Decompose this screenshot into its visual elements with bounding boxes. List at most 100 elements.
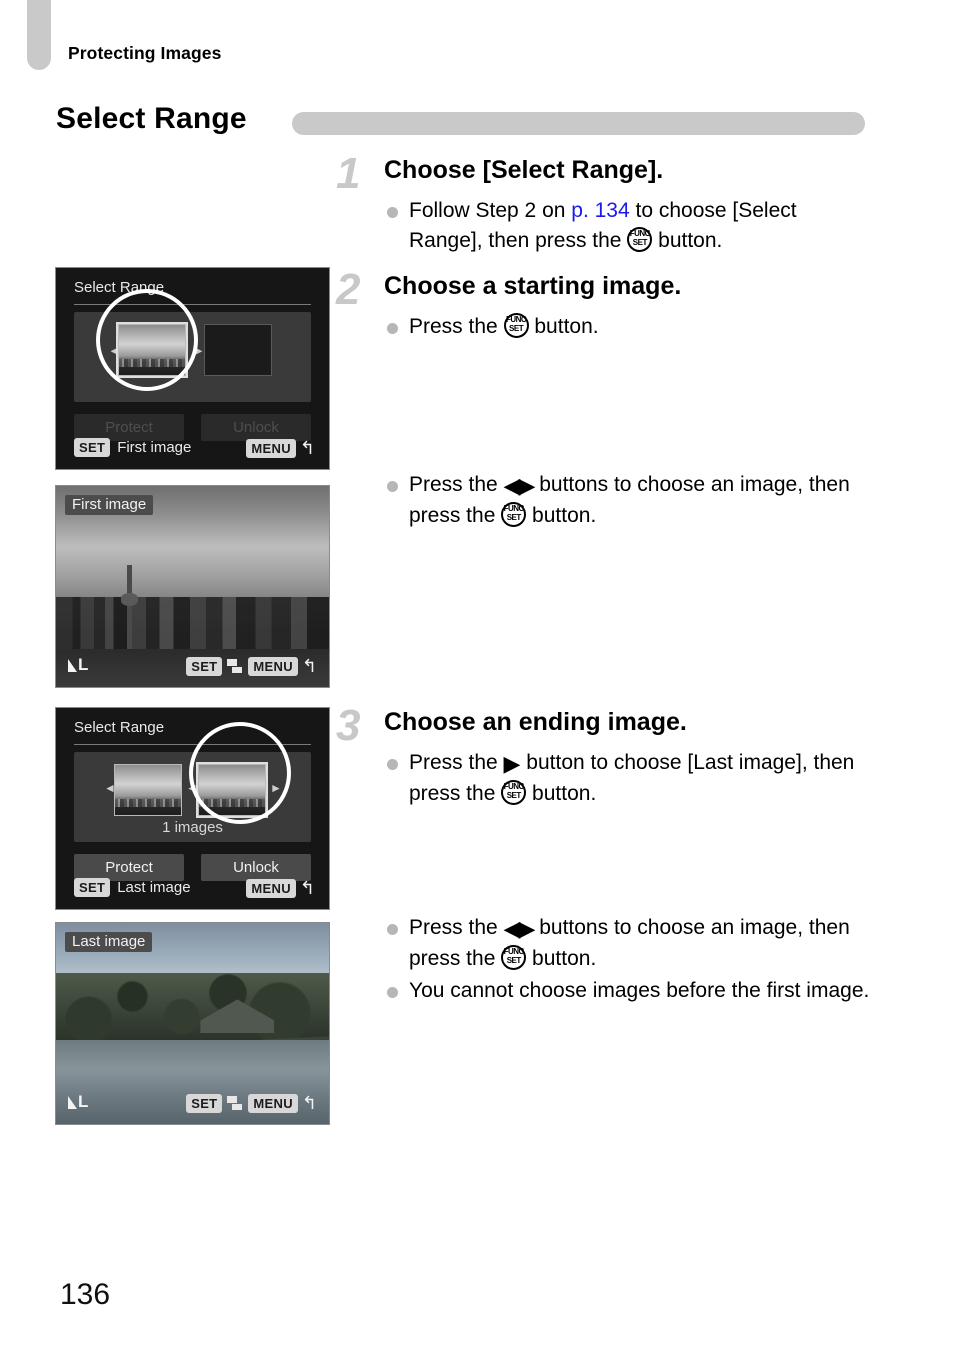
thumbnail-panel: ◄ ◄ ► 1 images <box>74 752 311 842</box>
left-right-arrows-icon: ◀▶ <box>503 473 536 498</box>
menu-badge: MENU <box>248 657 298 676</box>
bullet-text-tail: button. <box>526 947 597 970</box>
thumbnail-strip: ◄ ► <box>74 312 311 402</box>
bullet-text-tail: button. <box>652 229 723 252</box>
protect-button[interactable]: Protect <box>74 854 184 881</box>
thumbnail-skyline <box>199 799 265 807</box>
return-arrow-icon: ↰ <box>301 656 317 676</box>
bullet-text-pre: Press the <box>409 473 504 496</box>
menu-badge: MENU <box>246 879 296 898</box>
screen-footer: SET Last image MENU ↰ <box>74 878 315 900</box>
list-item: Press the ◀▶ buttons to choose an image,… <box>384 913 874 974</box>
quality-triangle-icon <box>68 659 77 672</box>
menu-badge: MENU <box>246 439 296 458</box>
list-item: Press the ◀▶ buttons to choose an image,… <box>384 470 874 531</box>
step-heading: Choose [Select Range]. <box>384 156 664 184</box>
bullet-text-tail: button. <box>526 782 597 805</box>
camera-screen-select-range-first: Select Range ◄ ► Protect Unlock SET First… <box>55 267 330 470</box>
func-set-bottom-label: SET <box>509 324 524 333</box>
set-badge: SET <box>186 657 223 676</box>
screen-title: Select Range <box>74 719 165 736</box>
screen-footer: SET MENU ↰ <box>186 656 317 677</box>
quality-letter: L <box>78 655 88 674</box>
right-arrow-icon: ► <box>270 781 282 795</box>
divider <box>74 304 311 305</box>
camera-screen-first-image-preview: First image L SET MENU ↰ <box>55 485 330 688</box>
menu-action: MENU ↰ <box>246 878 315 899</box>
set-badge: SET <box>74 438 111 457</box>
func-set-button-icon: FUNC SET <box>501 945 527 970</box>
screen-footer: SET First image MENU ↰ <box>74 438 315 460</box>
photo-tower <box>120 565 138 649</box>
image-quality-indicator: L <box>68 655 88 675</box>
step-heading: Choose an ending image. <box>384 708 687 736</box>
thumbnail-panel: ◄ ► <box>74 312 311 402</box>
bullet-text-pre: Press the <box>409 315 504 338</box>
func-set-top-label: FUNC <box>629 229 651 238</box>
image-label: Last image <box>65 932 153 952</box>
photo-skyline <box>56 597 329 649</box>
set-action-label: First image <box>117 439 192 456</box>
menu-action: MENU ↰ <box>246 438 315 459</box>
protect-icon <box>227 1096 243 1111</box>
thumbnail-first[interactable] <box>114 764 182 816</box>
list-item: Press the ▶ button to choose [Last image… <box>384 748 874 809</box>
unlock-button[interactable]: Unlock <box>201 414 311 441</box>
middle-arrow-icon: ◄ <box>186 781 198 795</box>
func-set-button-icon: FUNC SET <box>627 227 653 252</box>
func-set-bottom-label: SET <box>506 791 522 800</box>
set-action-label: Last image <box>117 879 191 896</box>
screen-title: Select Range <box>74 279 165 296</box>
unlock-button[interactable]: Unlock <box>201 854 311 881</box>
set-badge: SET <box>74 878 111 897</box>
step-1-bullets: Follow Step 2 on p. 134 to choose [Selec… <box>384 196 874 258</box>
section-rule <box>292 112 865 135</box>
image-quality-indicator: L <box>68 1092 88 1112</box>
thumbnail-last-selected[interactable] <box>196 762 268 818</box>
thumbnail-skyline <box>119 359 185 367</box>
step-number: 3 <box>336 701 361 750</box>
func-set-top-label: FUNC <box>503 782 525 791</box>
quality-letter: L <box>78 1092 88 1111</box>
list-item: You cannot choose images before the firs… <box>384 976 874 1006</box>
step-heading: Choose a starting image. <box>384 272 682 300</box>
image-count-label: 1 images <box>162 819 223 836</box>
list-item: Press the FUNC SET button. <box>384 312 874 342</box>
bullet-text-tail: button. <box>526 504 597 527</box>
page-link[interactable]: p. 134 <box>571 199 629 222</box>
thumbnail-selected[interactable] <box>116 322 188 378</box>
menu-badge: MENU <box>248 1094 298 1113</box>
bullet-text-pre: Press the <box>409 916 504 939</box>
func-set-bottom-label: SET <box>506 956 522 965</box>
camera-screen-select-range-last: Select Range ◄ ◄ ► 1 images Protect Unlo… <box>55 707 330 910</box>
step-number: 1 <box>336 149 361 198</box>
list-item: Follow Step 2 on p. 134 to choose [Selec… <box>384 196 874 256</box>
return-arrow-icon: ↰ <box>301 1093 317 1113</box>
step-2-bullets: Press the FUNC SET button. <box>384 312 874 344</box>
return-arrow-icon: ↰ <box>299 438 315 458</box>
protect-button[interactable]: Protect <box>74 414 184 441</box>
thumbnail-skyline <box>115 799 181 807</box>
right-arrow-icon: ▶ <box>503 751 521 776</box>
page-number: 136 <box>60 1278 111 1311</box>
func-set-button-icon: FUNC SET <box>501 502 527 527</box>
func-set-button-icon: FUNC SET <box>501 780 527 805</box>
camera-screen-last-image-preview: Last image L SET MENU ↰ <box>55 922 330 1125</box>
running-head: Protecting Images <box>68 43 222 63</box>
left-right-arrows-icon: ◀▶ <box>503 916 536 941</box>
bullet-text-pre: Press the <box>409 751 504 774</box>
step-number: 2 <box>336 265 361 314</box>
divider <box>74 744 311 745</box>
set-badge: SET <box>186 1094 223 1113</box>
step-3-bullets: Press the ▶ button to choose [Last image… <box>384 748 874 811</box>
func-set-bottom-label: SET <box>506 513 522 522</box>
thumbnail-empty[interactable] <box>204 324 272 376</box>
func-set-top-label: FUNC <box>505 315 527 324</box>
step-3-late-bullets: Press the ◀▶ buttons to choose an image,… <box>384 913 874 1008</box>
quality-triangle-icon <box>68 1096 77 1109</box>
func-set-top-label: FUNC <box>503 947 525 956</box>
func-set-top-label: FUNC <box>503 504 525 513</box>
page-title: Select Range <box>56 102 247 135</box>
screen-footer: SET MENU ↰ <box>186 1093 317 1114</box>
image-label: First image <box>65 495 154 515</box>
